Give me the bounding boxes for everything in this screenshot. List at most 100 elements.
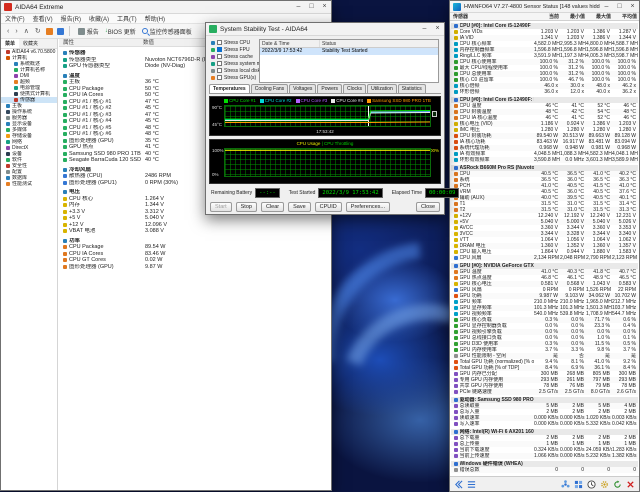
hwinfo-min: 0.0 MHz bbox=[565, 157, 584, 163]
graph-tab[interactable]: Temperatures bbox=[209, 84, 250, 93]
stability-button[interactable]: Close bbox=[415, 202, 440, 212]
up-icon[interactable]: ∧ bbox=[21, 27, 32, 35]
graph-tab[interactable]: Voltages bbox=[289, 84, 317, 93]
stress-option[interactable]: Stress GPU(s) bbox=[211, 74, 257, 81]
sensor-row-icon bbox=[63, 86, 67, 91]
forward-icon[interactable]: › bbox=[12, 28, 20, 35]
stress-option[interactable]: Stress FPU bbox=[211, 46, 257, 53]
close-button[interactable]: × bbox=[318, 1, 331, 13]
minimize-button[interactable]: – bbox=[292, 1, 305, 13]
graph-tab[interactable]: Clocks bbox=[343, 84, 367, 93]
report-button[interactable]: 报告 bbox=[73, 27, 102, 36]
hwinfo-row[interactable]: 错误总数 0 0 0 0 bbox=[451, 467, 638, 473]
graph-tab[interactable]: Cooling Fans bbox=[250, 84, 289, 93]
hwinfo-min: 2.5 GT/s bbox=[564, 389, 584, 395]
close-icon[interactable] bbox=[626, 480, 635, 489]
list-icon[interactable] bbox=[467, 480, 476, 489]
hwinfo-row[interactable]: 写入速率 0.000 KB/s 0.000 KB/s 5.332 KB/s 0.… bbox=[451, 421, 638, 427]
stress-checkbox[interactable] bbox=[217, 54, 222, 59]
menu-item[interactable]: 查看(V) bbox=[29, 14, 57, 23]
value-column-header[interactable]: 最小值 bbox=[561, 13, 587, 20]
menu-item[interactable]: 文件(F) bbox=[1, 14, 29, 23]
sensor-panel-button[interactable]: 监控传感器面板 bbox=[139, 27, 195, 36]
menu-item[interactable]: 帮助(H) bbox=[141, 14, 169, 23]
property-column-header[interactable]: 属性 bbox=[59, 39, 143, 46]
log-row[interactable]: 2022/3/9 17:53:42 Stability Test Started bbox=[260, 48, 438, 55]
stress-checkbox[interactable] bbox=[217, 68, 222, 73]
aida64-titlebar[interactable]: AIDA64 Extreme – □ × bbox=[1, 1, 331, 14]
hwinfo-row-icon bbox=[454, 98, 458, 102]
log-time-column[interactable]: Date & Time bbox=[260, 40, 320, 47]
hwinfo-row[interactable]: 环形有效频率 3,590.8 MHz 0.0 MHz 3,601.3 MHz 3… bbox=[451, 157, 638, 163]
stress-checkbox[interactable] bbox=[217, 47, 222, 52]
value-column-header[interactable]: 平均值 bbox=[613, 13, 639, 20]
hwinfo-row-icon bbox=[454, 430, 458, 434]
logging-icon[interactable] bbox=[454, 480, 463, 489]
log-status-column[interactable]: Status bbox=[320, 40, 438, 47]
sensor-row[interactable]: 图形处理器 (GPU) 9.87 W bbox=[59, 264, 331, 271]
maximize-button[interactable]: □ bbox=[305, 1, 318, 13]
close-button[interactable]: × bbox=[626, 1, 639, 13]
graph-tab[interactable]: Statistics bbox=[397, 84, 426, 93]
graph-tab[interactable]: Powers bbox=[317, 84, 343, 93]
close-button[interactable]: × bbox=[431, 23, 444, 35]
hwinfo-avg: 36.2 x bbox=[622, 89, 636, 95]
stability-titlebar[interactable]: System Stability Test - AIDA64 – × bbox=[206, 23, 444, 36]
usage-title-left: CPU Usage bbox=[296, 141, 321, 146]
sensor-row[interactable]: VBAT 电池 3.088 V bbox=[59, 228, 331, 235]
sensor-row-icon bbox=[63, 167, 67, 172]
hwinfo-row[interactable]: PCIe 链路速度 2.5 GT/s 2.5 GT/s 8.0 GT/s 2.6… bbox=[451, 389, 638, 395]
minimize-button[interactable]: – bbox=[418, 23, 431, 35]
value-column-header[interactable]: 最大值 bbox=[587, 13, 613, 20]
hwinfo-row[interactable]: 环形倍频 36.0 x 12.0 x 40.0 x 36.2 x bbox=[451, 89, 638, 95]
hwinfo-row-icon bbox=[454, 232, 458, 236]
stability-button[interactable]: Start bbox=[210, 202, 232, 212]
tree-item-icon bbox=[6, 128, 10, 132]
stress-option[interactable]: Stress cache bbox=[211, 53, 257, 60]
bios-update-button[interactable]: ↓ BIOS 更新 bbox=[102, 27, 139, 36]
refresh-icon[interactable]: ↻ bbox=[32, 27, 44, 35]
graph-tab[interactable]: Utilization bbox=[367, 84, 397, 93]
sidebar-tab[interactable]: 收藏夹 bbox=[19, 39, 42, 48]
stress-option[interactable]: Stress local disks bbox=[211, 67, 263, 74]
hwinfo-row-icon bbox=[454, 264, 458, 268]
sensor-row-icon bbox=[63, 174, 67, 179]
clock-icon[interactable] bbox=[587, 479, 596, 489]
sidebar-tab[interactable]: 菜单 bbox=[1, 39, 20, 48]
stress-option[interactable]: Stress CPU bbox=[211, 39, 257, 46]
stress-checkbox[interactable] bbox=[217, 40, 222, 45]
reset-icon[interactable] bbox=[613, 479, 622, 489]
hwinfo-row-icon bbox=[454, 270, 458, 274]
stability-button[interactable]: CPUID bbox=[314, 202, 342, 212]
maximize-button[interactable]: □ bbox=[613, 1, 626, 13]
minimize-button[interactable]: – bbox=[600, 1, 613, 13]
log-status: Stability Test Started bbox=[322, 48, 368, 54]
back-icon[interactable]: ‹ bbox=[4, 28, 12, 35]
stability-button[interactable]: Save bbox=[288, 202, 311, 212]
hwinfo-titlebar[interactable]: HWiNFO64 V7.27-4800 Sensor Status [148 v… bbox=[450, 1, 639, 13]
hwinfo-row[interactable]: 当前上传速度 1.066 KB/s 0.000 KB/s 5.232 KB/s … bbox=[451, 453, 638, 459]
tree-item[interactable]: 性能测试 bbox=[1, 181, 57, 187]
hwinfo-row-icon bbox=[454, 360, 458, 364]
stability-button[interactable]: Preferences... bbox=[345, 202, 391, 212]
stress-option[interactable]: Stress system memory bbox=[211, 60, 275, 67]
stability-button[interactable]: Stop bbox=[235, 202, 257, 212]
stability-button[interactable]: Clear bbox=[260, 202, 285, 212]
chart-icon[interactable] bbox=[56, 27, 64, 35]
sensors-icon[interactable] bbox=[574, 480, 583, 489]
fan-icon[interactable] bbox=[561, 479, 570, 489]
device-tree: AIDA64 v6.70.5800 计算机 系统概述 计算机名称 DMI 超频 … bbox=[1, 49, 57, 187]
menu-item[interactable]: 报告(R) bbox=[57, 14, 85, 23]
stress-checkbox[interactable] bbox=[217, 75, 222, 80]
test-log[interactable]: Date & Time Status 2022/3/9 17:53:42 Sta… bbox=[259, 39, 439, 83]
user-icon[interactable] bbox=[45, 27, 53, 35]
sensor-column-header[interactable]: 传感器 bbox=[450, 13, 535, 20]
tree-item-icon bbox=[14, 92, 18, 96]
settings-gear-icon[interactable] bbox=[600, 480, 609, 489]
hwinfo-row[interactable]: CPU 风扇 2,134 RPM 2,048 RPM 2,790 RPM 2,1… bbox=[451, 255, 638, 261]
stress-checkbox[interactable] bbox=[217, 61, 222, 66]
menu-item[interactable]: 收藏(A) bbox=[85, 14, 113, 23]
value-column-header[interactable]: 当前 bbox=[535, 13, 561, 20]
hwinfo-row-icon bbox=[454, 330, 458, 334]
menu-item[interactable]: 工具(T) bbox=[113, 14, 141, 23]
